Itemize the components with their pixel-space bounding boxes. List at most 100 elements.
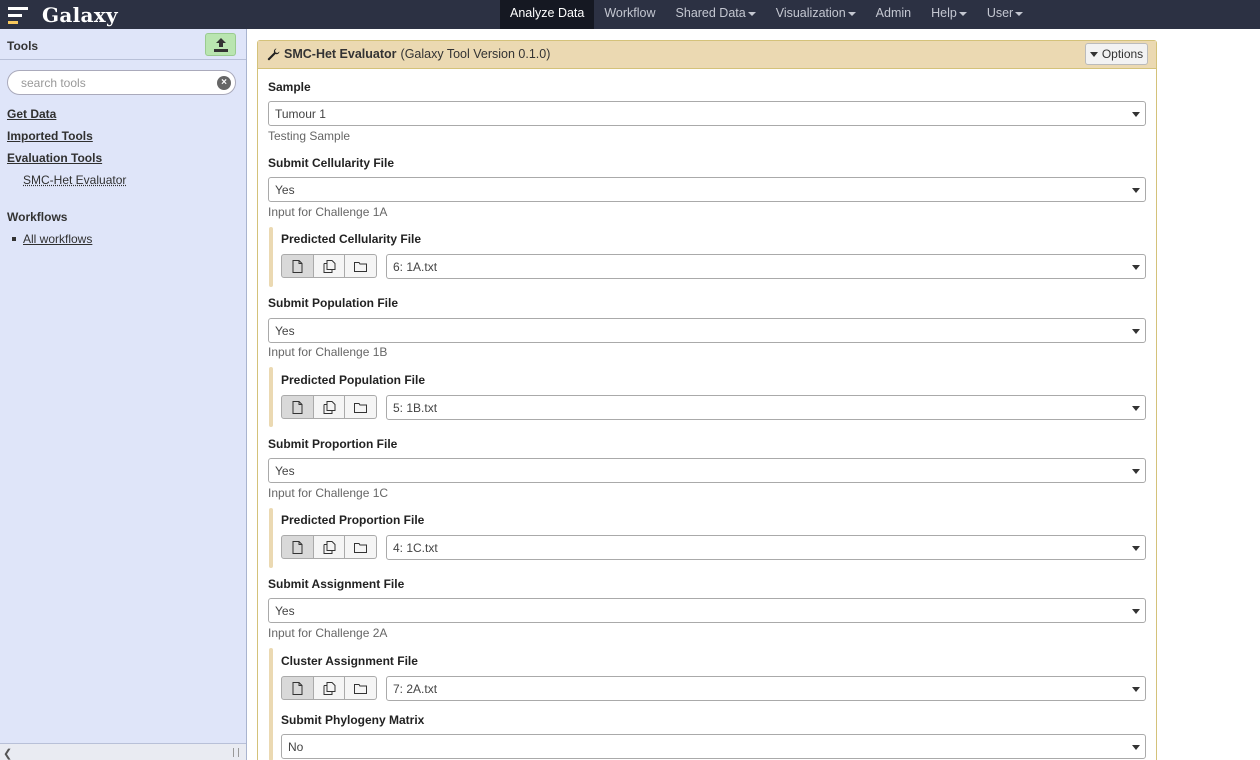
nav-label: Workflow bbox=[604, 6, 655, 20]
assignment-file-select[interactable]: 7: 2A.txt bbox=[386, 676, 1146, 701]
population-value: Yes bbox=[275, 324, 295, 338]
folder-icon bbox=[354, 402, 367, 413]
files-icon bbox=[323, 260, 336, 273]
tools-panel-header: Tools bbox=[0, 29, 246, 60]
cellularity-file-select[interactable]: 6: 1A.txt bbox=[386, 254, 1146, 279]
cellularity-help: Input for Challenge 1A bbox=[268, 205, 387, 219]
caret-down-icon bbox=[1090, 52, 1098, 57]
file-icon bbox=[292, 401, 303, 414]
tool-section-imported-tools[interactable]: Imported Tools bbox=[7, 129, 93, 143]
nav-label: Analyze Data bbox=[510, 6, 584, 20]
tool-search: × bbox=[7, 70, 236, 95]
workflows-title: Workflows bbox=[7, 210, 67, 224]
resize-grip-icon[interactable] bbox=[233, 748, 239, 757]
single-dataset-button[interactable] bbox=[281, 254, 314, 278]
assignment-help: Input for Challenge 2A bbox=[268, 626, 387, 640]
population-select[interactable]: Yes bbox=[268, 318, 1146, 343]
nav-help[interactable]: Help bbox=[921, 0, 977, 29]
masthead: Galaxy Analyze Data Workflow Shared Data… bbox=[0, 0, 1260, 29]
phylogeny-label: Submit Phylogeny Matrix bbox=[281, 713, 424, 727]
scroll-left-icon[interactable]: ❮ bbox=[3, 747, 12, 760]
tool-smc-het-evaluator[interactable]: SMC-Het Evaluator bbox=[23, 173, 126, 187]
collection-button[interactable] bbox=[345, 535, 377, 559]
dropdown-caret-icon bbox=[1132, 609, 1140, 614]
upload-button[interactable] bbox=[205, 33, 236, 56]
clear-search-icon[interactable]: × bbox=[217, 76, 231, 90]
proportion-file-value: 4: 1C.txt bbox=[393, 541, 438, 555]
proportion-value: Yes bbox=[275, 464, 295, 478]
nav-analyze-data[interactable]: Analyze Data bbox=[500, 0, 594, 29]
dropdown-caret-icon bbox=[1132, 469, 1140, 474]
files-icon bbox=[323, 401, 336, 414]
proportion-help: Input for Challenge 1C bbox=[268, 486, 388, 500]
population-help: Input for Challenge 1B bbox=[268, 345, 387, 359]
cellularity-select[interactable]: Yes bbox=[268, 177, 1146, 202]
nav-user[interactable]: User bbox=[977, 0, 1033, 29]
all-workflows-link[interactable]: All workflows bbox=[23, 232, 92, 246]
tool-search-input[interactable] bbox=[21, 74, 211, 92]
assignment-select[interactable]: Yes bbox=[268, 598, 1146, 623]
nav-label: Admin bbox=[876, 6, 911, 20]
cellularity-value: Yes bbox=[275, 183, 295, 197]
sample-label: Sample bbox=[268, 80, 311, 94]
proportion-file-select[interactable]: 4: 1C.txt bbox=[386, 535, 1146, 560]
phylogeny-select[interactable]: No bbox=[281, 734, 1146, 759]
galaxy-logo-icon bbox=[8, 4, 34, 26]
tool-section-evaluation-tools[interactable]: Evaluation Tools bbox=[7, 151, 102, 165]
sample-value: Tumour 1 bbox=[275, 107, 326, 121]
caret-down-icon bbox=[1015, 12, 1023, 16]
population-file-value: 5: 1B.txt bbox=[393, 401, 437, 415]
dropdown-caret-icon bbox=[1132, 329, 1140, 334]
cellularity-label: Submit Cellularity File bbox=[268, 156, 394, 170]
assignment-file-label: Cluster Assignment File bbox=[281, 654, 418, 668]
horizontal-scrollbar[interactable]: ❮ bbox=[0, 743, 246, 760]
cellularity-file-value: 6: 1A.txt bbox=[393, 260, 437, 274]
options-button[interactable]: Options bbox=[1085, 43, 1148, 65]
sample-help: Testing Sample bbox=[268, 129, 350, 143]
collection-button[interactable] bbox=[345, 395, 377, 419]
single-dataset-button[interactable] bbox=[281, 395, 314, 419]
options-label: Options bbox=[1102, 47, 1143, 61]
proportion-file-label: Predicted Proportion File bbox=[281, 513, 424, 527]
proportion-label: Submit Proportion File bbox=[268, 437, 397, 451]
nav-visualization[interactable]: Visualization bbox=[766, 0, 866, 29]
brand[interactable]: Galaxy bbox=[8, 0, 118, 29]
cellularity-source-buttons bbox=[281, 254, 377, 278]
collection-button[interactable] bbox=[345, 254, 377, 278]
section-indent-bar bbox=[269, 648, 273, 760]
multiple-datasets-button[interactable] bbox=[314, 254, 346, 278]
nav-label: Shared Data bbox=[676, 6, 746, 20]
tools-panel-title: Tools bbox=[7, 39, 38, 53]
nav-workflow[interactable]: Workflow bbox=[594, 0, 665, 29]
tool-form: SMC-Het Evaluator (Galaxy Tool Version 0… bbox=[257, 40, 1157, 760]
proportion-select[interactable]: Yes bbox=[268, 458, 1146, 483]
upload-icon bbox=[213, 38, 229, 52]
wrench-icon bbox=[267, 48, 280, 61]
population-file-label: Predicted Population File bbox=[281, 373, 425, 387]
main-nav: Analyze Data Workflow Shared Data Visual… bbox=[500, 0, 1033, 29]
tool-section-get-data[interactable]: Get Data bbox=[7, 107, 56, 121]
assignment-source-buttons bbox=[281, 676, 377, 700]
nav-label: Help bbox=[931, 6, 957, 20]
sample-select[interactable]: Tumour 1 bbox=[268, 101, 1146, 126]
file-icon bbox=[292, 541, 303, 554]
single-dataset-button[interactable] bbox=[281, 535, 314, 559]
tool-form-header: SMC-Het Evaluator (Galaxy Tool Version 0… bbox=[258, 41, 1156, 69]
nav-shared-data[interactable]: Shared Data bbox=[666, 0, 766, 29]
dropdown-caret-icon bbox=[1132, 188, 1140, 193]
proportion-source-buttons bbox=[281, 535, 377, 559]
multiple-datasets-button[interactable] bbox=[314, 535, 346, 559]
workflow-list-item: All workflows bbox=[12, 232, 92, 246]
section-indent-bar bbox=[269, 508, 273, 568]
population-label: Submit Population File bbox=[268, 296, 398, 310]
multiple-datasets-button[interactable] bbox=[314, 395, 346, 419]
dropdown-caret-icon bbox=[1132, 265, 1140, 270]
collection-button[interactable] bbox=[345, 676, 377, 700]
caret-down-icon bbox=[848, 12, 856, 16]
single-dataset-button[interactable] bbox=[281, 676, 314, 700]
dropdown-caret-icon bbox=[1132, 687, 1140, 692]
folder-icon bbox=[354, 542, 367, 553]
nav-admin[interactable]: Admin bbox=[866, 0, 921, 29]
population-file-select[interactable]: 5: 1B.txt bbox=[386, 395, 1146, 420]
multiple-datasets-button[interactable] bbox=[314, 676, 346, 700]
